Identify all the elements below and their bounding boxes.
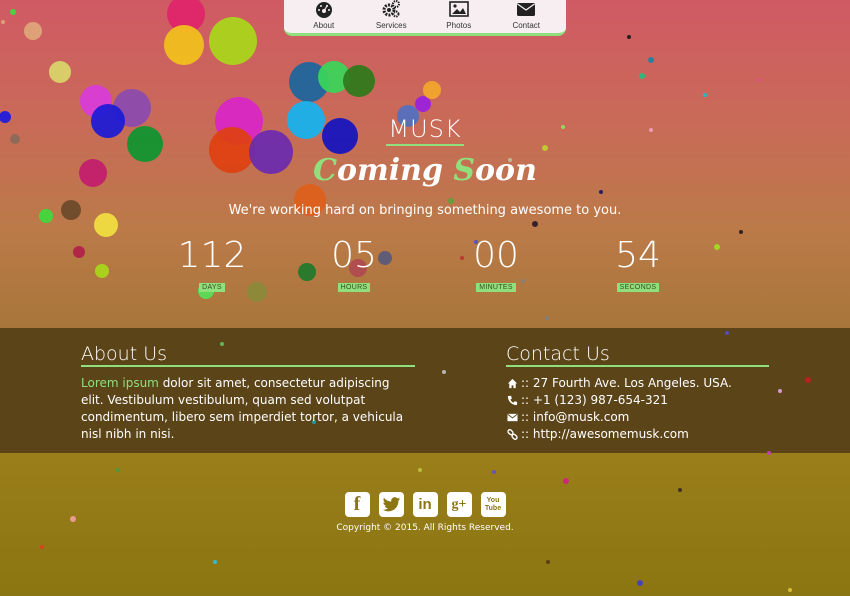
- bubble: [648, 57, 654, 63]
- brand: MUSK: [0, 115, 850, 146]
- bubble: [1, 20, 5, 24]
- contact-website[interactable]: :: http://awesomemusk.com: [506, 426, 769, 443]
- contact-phone: :: +1 (123) 987-654-321: [506, 392, 769, 409]
- gears-icon: [382, 0, 401, 18]
- twitter-icon[interactable]: [378, 492, 404, 517]
- countdown-value: 54: [615, 235, 661, 276]
- countdown-minutes: 00 MINUTES: [425, 236, 567, 294]
- countdown-days: 112 DAYS: [141, 236, 283, 294]
- bubble: [532, 221, 538, 227]
- bubble: [423, 81, 441, 99]
- contact-address: :: 27 Fourth Ave. Los Angeles. USA.: [506, 375, 769, 392]
- bubble: [767, 451, 771, 455]
- bubble: [739, 230, 743, 234]
- copyright: Copyright © 2015. All Rights Reserved.: [336, 523, 514, 533]
- phone-icon: [506, 395, 518, 407]
- dashboard-icon: [315, 2, 332, 18]
- bubble: [209, 17, 257, 65]
- about-section: About Us Lorem ipsum dolor sit amet, con…: [81, 343, 415, 443]
- bubble: [563, 478, 569, 484]
- countdown-value: 05: [331, 235, 377, 276]
- bubble: [725, 331, 729, 335]
- contact-section: Contact Us :: 27 Fourth Ave. Los Angeles…: [506, 343, 769, 443]
- coming-soon-heading: Coming Soon: [313, 153, 537, 188]
- about-lead: Lorem ipsum: [81, 376, 159, 390]
- nav-label: Photos: [446, 21, 472, 30]
- bubble: [627, 35, 631, 39]
- bubble: [545, 316, 549, 320]
- nav-label: About: [313, 21, 335, 30]
- nav-item-photos[interactable]: Photos: [426, 0, 492, 30]
- bubble: [73, 246, 85, 258]
- googleplus-icon[interactable]: g+: [446, 492, 472, 517]
- contact-email[interactable]: :: info@musk.com: [506, 409, 769, 426]
- bubble: [492, 470, 496, 474]
- countdown-seconds: 54 SECONDS: [567, 236, 709, 294]
- bubble: [49, 61, 71, 83]
- bubble: [599, 190, 603, 194]
- bubble: [40, 545, 44, 549]
- bubble: [80, 85, 112, 117]
- contact-title: Contact Us: [506, 343, 769, 367]
- nav-item-contact[interactable]: Contact: [493, 0, 559, 30]
- picture-icon: [448, 1, 469, 17]
- countdown: 112 DAYS 05 HOURS 00 MINUTES 54 SECONDS: [141, 236, 709, 294]
- home-icon: [506, 378, 518, 390]
- about-title: About Us: [81, 343, 415, 367]
- bubble: [116, 468, 120, 472]
- linkedin-icon[interactable]: in: [412, 492, 438, 517]
- bubble: [714, 244, 720, 250]
- bubble: [778, 389, 782, 393]
- bubble: [164, 25, 204, 65]
- top-navigation: About Services Photos Contact: [284, 0, 566, 36]
- bubble: [343, 65, 375, 97]
- social-links: f in g+ You Tube: [0, 492, 850, 517]
- countdown-label: SECONDS: [616, 283, 660, 292]
- bubble: [318, 61, 350, 93]
- bubble: [788, 588, 792, 592]
- bubble: [703, 93, 707, 97]
- brand-name: MUSK: [386, 115, 464, 146]
- bubble: [757, 78, 761, 82]
- bubble: [167, 0, 205, 33]
- bubble: [418, 468, 422, 472]
- countdown-value: 112: [177, 235, 247, 276]
- bubble: [442, 370, 446, 374]
- bubble: [289, 62, 329, 102]
- nav-label: Contact: [512, 21, 541, 30]
- facebook-icon[interactable]: f: [344, 492, 370, 517]
- nav-item-about[interactable]: About: [291, 0, 357, 30]
- youtube-icon[interactable]: You Tube: [480, 492, 506, 517]
- bubble: [637, 580, 643, 586]
- about-text: Lorem ipsum dolor sit amet, consectetur …: [81, 375, 415, 443]
- countdown-value: 00: [473, 235, 519, 276]
- countdown-label: MINUTES: [476, 283, 516, 292]
- nav-label: Services: [375, 21, 407, 30]
- bubble: [95, 264, 109, 278]
- bubble: [805, 377, 811, 383]
- countdown-hours: 05 HOURS: [283, 236, 425, 294]
- link-icon: [506, 429, 518, 441]
- bubble: [24, 22, 42, 40]
- envelope-icon: [506, 412, 518, 424]
- countdown-label: HOURS: [337, 283, 371, 292]
- bubble: [546, 560, 550, 564]
- envelope-icon: [517, 3, 536, 16]
- bubble: [415, 96, 431, 112]
- tagline: We're working hard on bringing something…: [228, 203, 622, 218]
- countdown-label: DAYS: [199, 283, 225, 292]
- nav-item-services[interactable]: Services: [358, 0, 424, 30]
- bubble: [213, 560, 217, 564]
- bubble: [10, 9, 16, 15]
- bubble: [639, 73, 645, 79]
